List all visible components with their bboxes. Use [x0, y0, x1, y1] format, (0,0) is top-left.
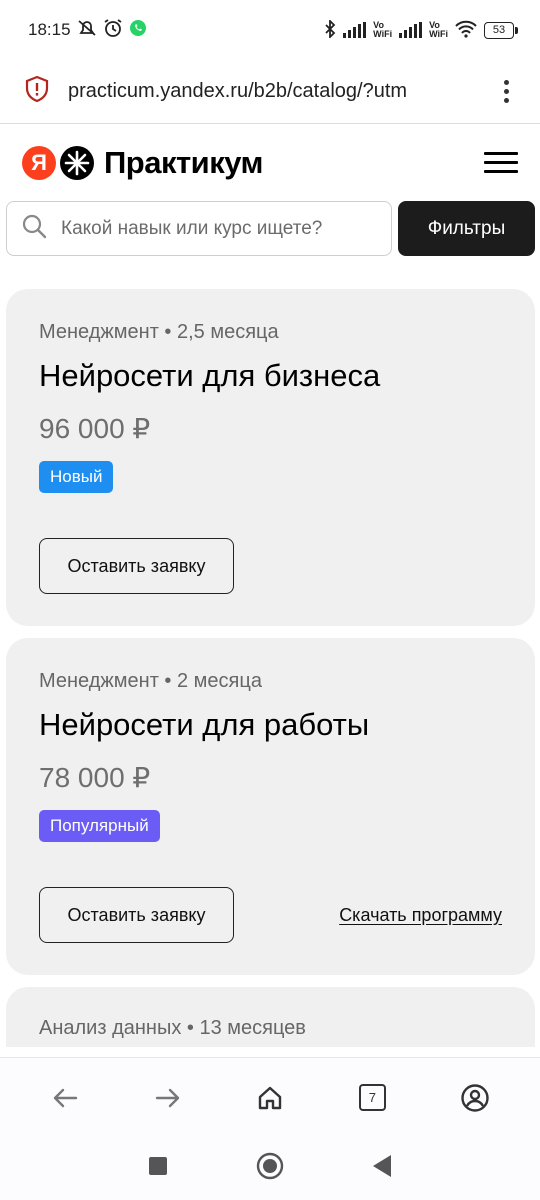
alarm-clock-icon [103, 18, 123, 43]
apply-button[interactable]: Оставить заявку [39, 538, 234, 594]
muted-alarm-icon [77, 19, 97, 42]
search-box[interactable] [6, 201, 392, 256]
whatsapp-icon [129, 19, 147, 42]
forward-arrow-icon[interactable] [138, 1068, 198, 1128]
site-header: Я Практикум [0, 125, 540, 200]
download-program-link[interactable]: Скачать программу [339, 905, 502, 926]
home-circle-icon[interactable] [256, 1152, 284, 1185]
course-card[interactable]: Анализ данных • 13 месяцев [6, 987, 535, 1047]
search-input[interactable] [61, 217, 361, 240]
course-card[interactable]: Менеджмент • 2 месяца Нейросети для рабо… [6, 638, 535, 975]
card-actions: Оставить заявку Скачать программу [39, 887, 502, 975]
url-text[interactable]: practicum.yandex.ru/b2b/catalog/?utm [68, 80, 476, 103]
yandex-logo-icon: Я [22, 145, 56, 180]
home-icon[interactable] [240, 1068, 300, 1128]
course-card[interactable]: Менеджмент • 2,5 месяца Нейросети для би… [6, 289, 535, 626]
wifi-icon [455, 20, 477, 41]
bluetooth-icon [324, 18, 336, 41]
browser-menu-icon[interactable] [496, 80, 516, 103]
practicum-logo[interactable]: Я Практикум [22, 144, 264, 181]
signal-strength-icon [343, 22, 367, 38]
battery-indicator: 53 [484, 21, 518, 39]
course-title[interactable]: Нейросети для бизнеса [39, 358, 502, 394]
hamburger-menu-icon[interactable] [484, 152, 518, 173]
course-title[interactable]: Нейросети для работы [39, 707, 502, 743]
recents-square-icon[interactable] [148, 1156, 168, 1181]
course-list: Менеджмент • 2,5 месяца Нейросети для би… [6, 289, 535, 1059]
search-icon [21, 213, 47, 244]
back-triangle-icon[interactable] [372, 1154, 392, 1183]
account-icon[interactable] [445, 1068, 505, 1128]
course-meta: Менеджмент • 2 месяца [39, 670, 262, 692]
practicum-star-icon [60, 145, 94, 180]
popular-badge: Популярный [39, 810, 160, 842]
vowifi-indicator: Vo WiFi [373, 20, 393, 39]
tabs-button[interactable]: 7 [342, 1068, 402, 1128]
status-right: Vo WiFi Vo WiFi 53 [324, 18, 518, 41]
browser-address-bar[interactable]: practicum.yandex.ru/b2b/catalog/?utm [0, 60, 540, 124]
status-bar: 18:15 Vo WiFi Vo WiFi 53 [0, 0, 540, 60]
course-meta: Анализ данных • 13 месяцев [39, 1017, 306, 1039]
logo-text: Практикум [104, 144, 264, 180]
filters-button[interactable]: Фильтры [398, 201, 535, 256]
card-actions: Оставить заявку [39, 538, 502, 626]
tabs-count: 7 [358, 1084, 386, 1111]
vowifi-indicator: Vo WiFi [429, 20, 448, 39]
signal-strength-icon [399, 22, 423, 38]
security-warning-icon[interactable] [24, 75, 50, 108]
course-meta: Менеджмент • 2,5 месяца [39, 321, 279, 343]
apply-button[interactable]: Оставить заявку [39, 887, 234, 943]
new-badge: Новый [39, 461, 114, 493]
course-price: 96 000 ₽ [39, 413, 151, 444]
back-arrow-icon[interactable] [35, 1068, 95, 1128]
clock: 18:15 [28, 20, 71, 39]
browser-bottom-nav: 7 [0, 1057, 540, 1137]
search-row: Фильтры [6, 201, 535, 256]
status-left: 18:15 [28, 18, 147, 43]
system-navigation-bar [0, 1137, 540, 1200]
course-price: 78 000 ₽ [39, 762, 151, 793]
